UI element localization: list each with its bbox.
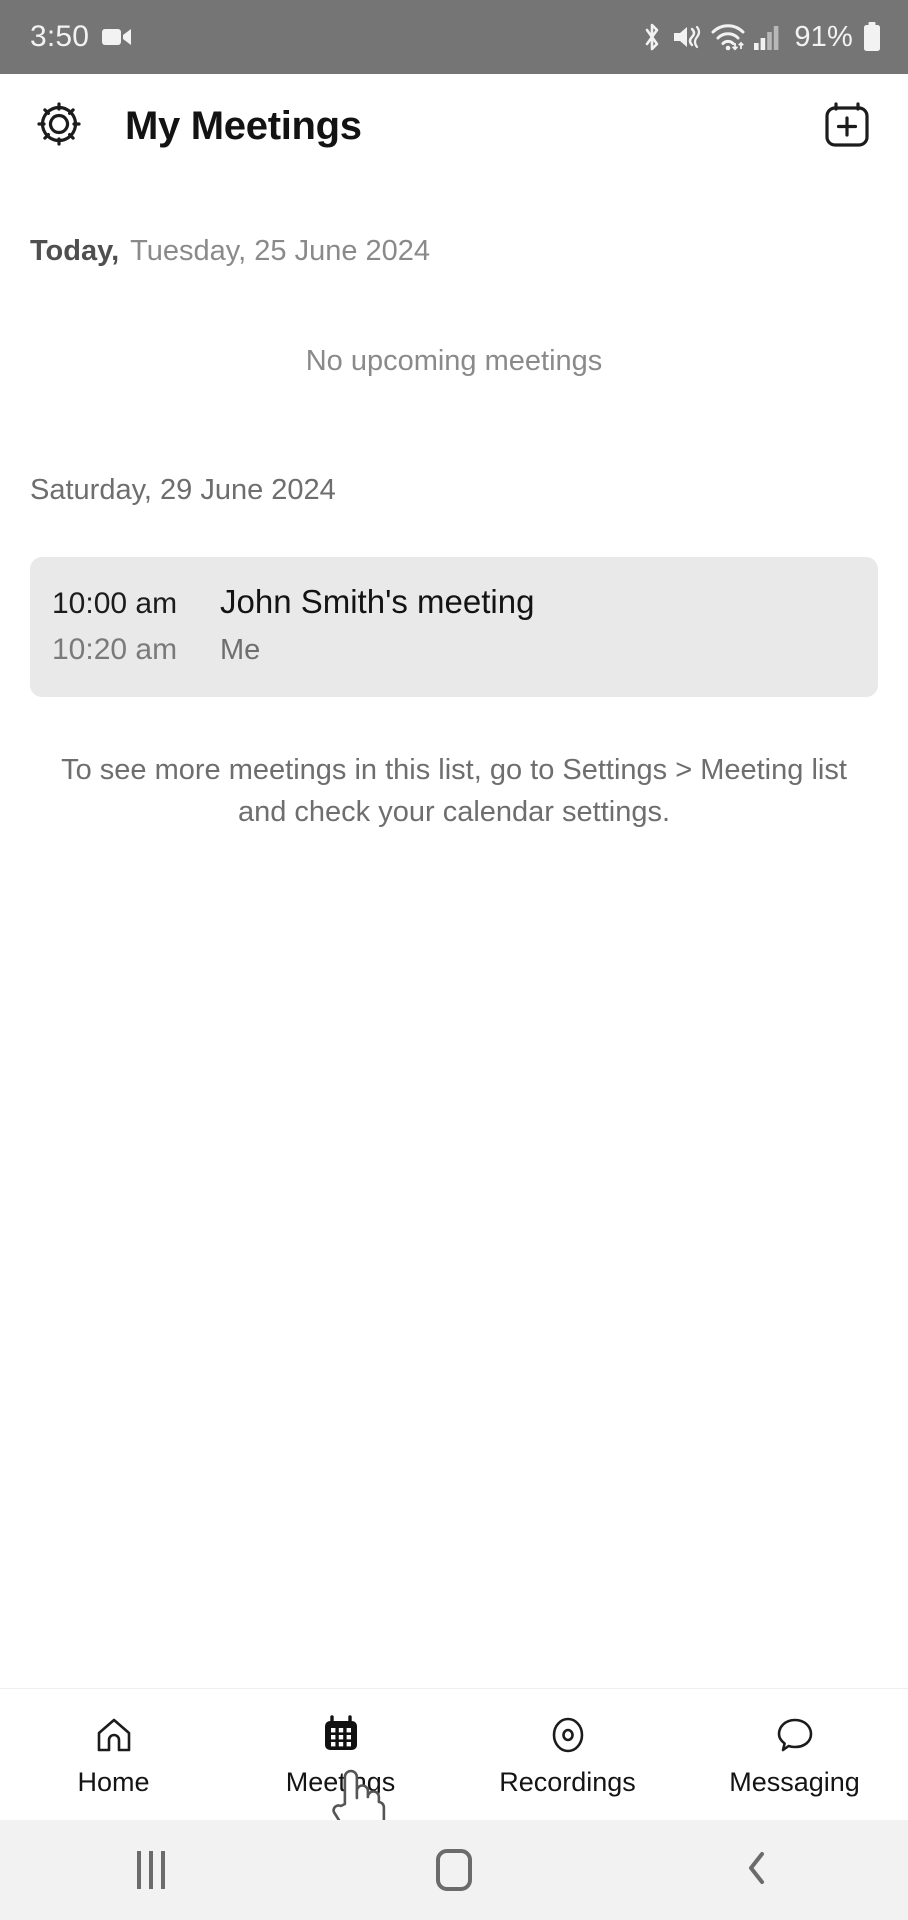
tab-recordings-label: Recordings: [499, 1766, 636, 1797]
home-square-icon: [436, 1849, 472, 1891]
empty-state-message: No upcoming meetings: [305, 345, 603, 377]
video-camera-icon: [102, 26, 132, 48]
tab-meetings-label: Meetings: [285, 1766, 396, 1797]
back-chevron-icon: [740, 1846, 774, 1895]
status-bar-left: 3:50: [30, 20, 132, 54]
wifi-icon: [711, 23, 745, 51]
chat-bubble-icon: [773, 1712, 817, 1758]
add-meeting-button[interactable]: [814, 94, 880, 160]
status-bar-right: 91%: [641, 21, 882, 54]
calendar-plus-icon: [820, 97, 874, 156]
today-row: Today, Tuesday, 25 June 2024: [30, 235, 878, 268]
battery-percent-label: 91%: [794, 20, 853, 53]
meeting-list-hint: To see more meetings in this list, go to…: [61, 754, 847, 829]
tab-meetings[interactable]: Meetings: [227, 1712, 454, 1836]
settings-button[interactable]: [28, 96, 90, 158]
recents-icon: [137, 1851, 166, 1889]
home-button[interactable]: [303, 1849, 606, 1891]
bluetooth-icon: [641, 22, 663, 52]
tab-recordings[interactable]: Recordings: [454, 1712, 681, 1798]
section-date-header: Saturday, 29 June 2024: [30, 474, 336, 506]
home-icon: [92, 1712, 136, 1758]
status-bar: 3:50 91%: [0, 0, 908, 74]
recents-button[interactable]: [0, 1851, 303, 1889]
meeting-start-time: 10:00 am: [52, 587, 178, 620]
tab-messaging[interactable]: Messaging: [681, 1712, 908, 1798]
meeting-primary-line: 10:00 am John Smith's meeting: [30, 583, 878, 621]
meeting-owner: Me: [220, 634, 261, 666]
calendar-icon: [319, 1712, 363, 1758]
sound-mute-icon: [672, 23, 702, 51]
today-date: Tuesday, 25 June 2024: [130, 235, 431, 267]
meeting-end-time: 10:20 am: [52, 633, 178, 666]
bottom-tab-bar: Home Meetings Recordings Messaging: [0, 1688, 908, 1836]
tab-messaging-label: Messaging: [729, 1766, 860, 1797]
android-nav-bar: [0, 1820, 908, 1920]
tab-home-label: Home: [77, 1766, 150, 1797]
page-title: My Meetings: [125, 104, 362, 148]
meetings-content: Today, Tuesday, 25 June 2024 No upcoming…: [0, 235, 908, 834]
gear-icon: [33, 98, 85, 155]
meeting-list-item[interactable]: 10:00 am John Smith's meeting 10:20 am M…: [30, 557, 878, 697]
meeting-secondary-line: 10:20 am Me: [30, 633, 878, 667]
back-button[interactable]: [605, 1846, 908, 1895]
battery-icon: [862, 22, 882, 52]
today-label: Today,: [30, 235, 120, 267]
cellular-signal-icon: [754, 24, 781, 50]
status-time: 3:50: [30, 20, 90, 53]
tab-home[interactable]: Home: [0, 1712, 227, 1798]
record-circle-icon: [546, 1712, 590, 1758]
app-header: My Meetings: [0, 74, 908, 179]
meeting-title: John Smith's meeting: [220, 583, 535, 620]
